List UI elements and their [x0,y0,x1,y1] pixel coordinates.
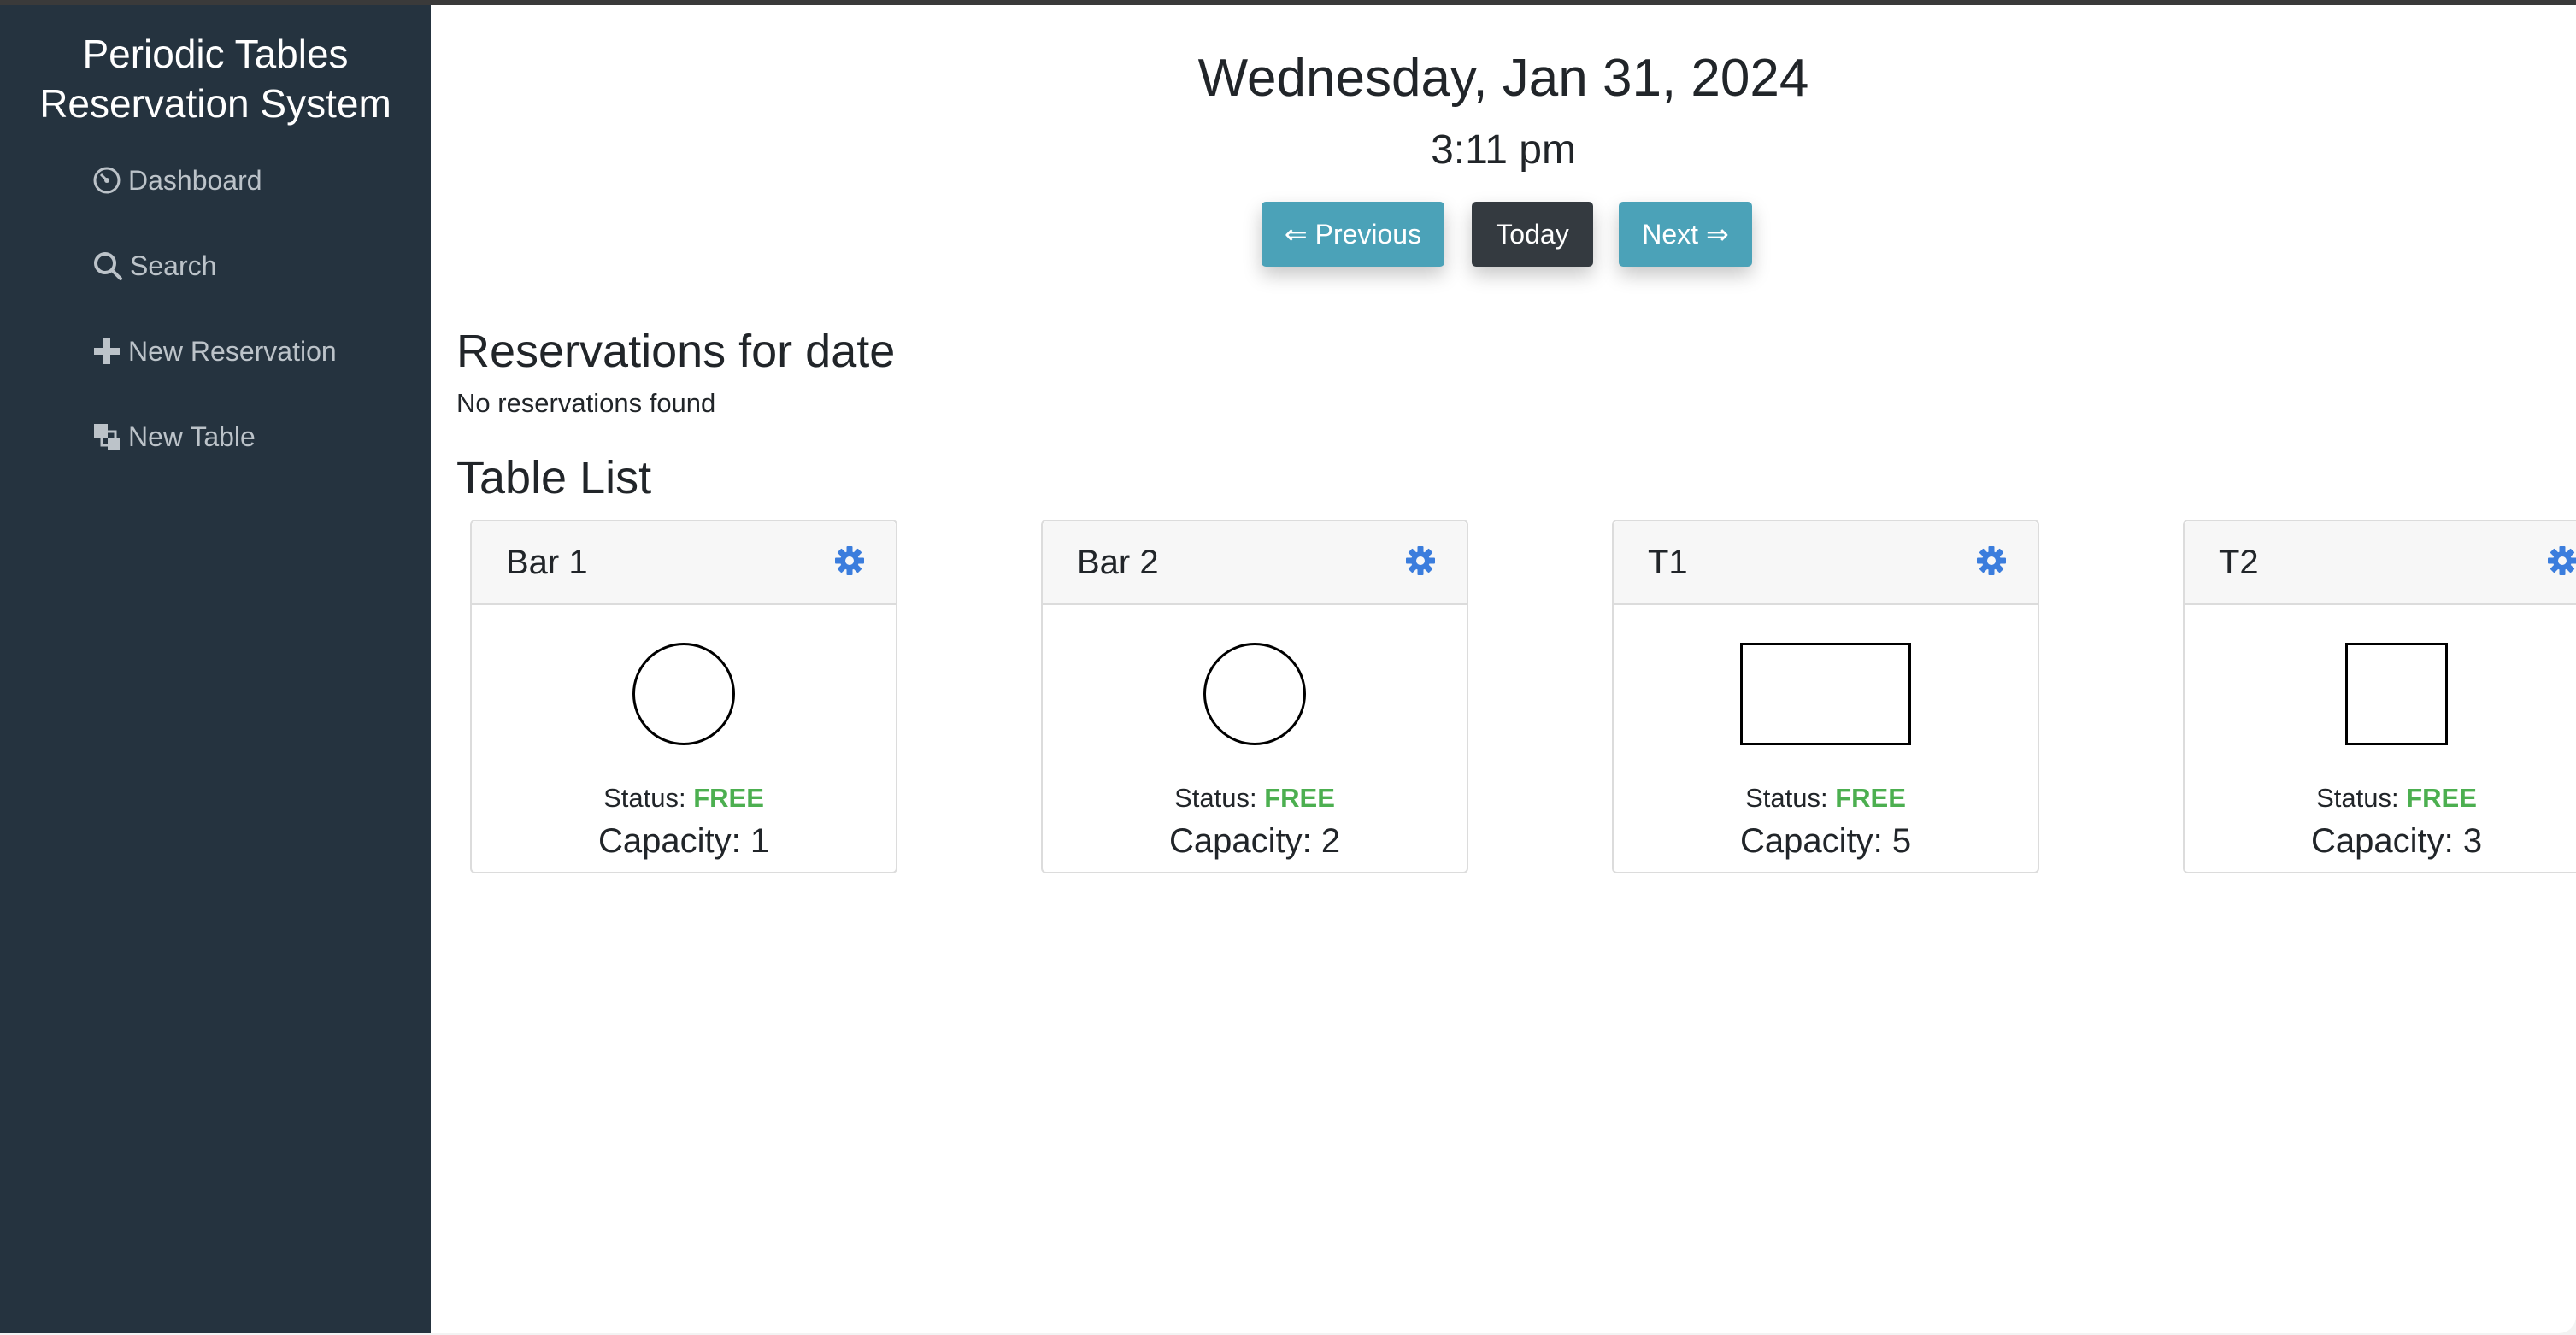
table-name: T2 [2219,544,2259,581]
status-badge: FREE [693,783,764,813]
table-capacity: Capacity: 2 [1043,822,1467,861]
status-label: Status: [1174,783,1257,813]
layers-icon [94,424,120,450]
capacity-label: Capacity: [1739,822,1883,860]
nav-item-label: Dashboard [128,164,262,196]
status-label: Status: [1745,783,1828,813]
status-label: Status: [2316,783,2399,813]
previous-button[interactable]: ⇐ Previous [1262,202,1444,267]
nav-item-new-reservation[interactable]: New Reservation [92,330,337,373]
table-name: Bar 2 [1077,544,1159,581]
table-shape-rectangle [1740,643,1911,745]
status-label: Status: [603,783,686,813]
capacity-value: 3 [2462,822,2483,860]
status-badge: FREE [2406,783,2477,813]
nav-item-label: Search [130,250,217,281]
table-name: T1 [1648,544,1688,581]
no-reservations-text: No reservations found [456,388,716,418]
current-date: Wednesday, Jan 31, 2024 [1197,49,1809,108]
brand-line-1: Periodic Tables [82,32,349,76]
gear-icon[interactable] [1405,545,1436,576]
capacity-label: Capacity: [2310,822,2454,860]
table-card: Bar 2 Status: FREE Capacity: 2 [1041,520,1468,873]
search-icon [94,252,122,280]
brand-line-2: Reservation System [39,81,391,126]
gear-icon[interactable] [834,545,865,576]
table-name: Bar 1 [506,544,588,581]
next-button[interactable]: Next ⇒ [1619,202,1752,267]
table-shape-square [2345,643,2448,745]
nav-item-new-table[interactable]: New Table [92,415,256,458]
table-status: Status: FREE [1614,783,2038,814]
table-card: T1 Status: FREE Capacity: 5 [1612,520,2039,873]
capacity-value: 5 [1891,822,1912,860]
table-capacity: Capacity: 3 [2185,822,2576,861]
table-card-header: Bar 1 [472,521,896,605]
app-brand[interactable]: Periodic Tables Reservation System [0,29,431,128]
main-content: Wednesday, Jan 31, 2024 3:11 pm ⇐ Previo… [431,5,2576,1333]
capacity-value: 1 [750,822,770,860]
plus-icon [94,338,120,364]
gear-icon[interactable] [1976,545,2007,576]
table-card: T2 Status: FREE Capacity: 3 [2183,520,2576,873]
capacity-value: 2 [1320,822,1341,860]
nav-item-search[interactable]: Search [92,244,216,287]
table-shape-circle [632,643,735,745]
capacity-label: Capacity: [597,822,741,860]
dashboard-icon [93,167,121,194]
nav-item-label: New Reservation [128,335,337,367]
table-capacity: Capacity: 1 [472,822,896,861]
today-button[interactable]: Today [1472,202,1593,267]
table-shape-circle [1203,643,1306,745]
nav-item-label: New Table [128,420,256,452]
table-status: Status: FREE [1043,783,1467,814]
reservations-title: Reservations for date [456,326,896,377]
gear-icon[interactable] [2547,545,2576,576]
table-card-header: T1 [1614,521,2038,605]
table-card: Bar 1 Status: FREE Capacity: 1 [470,520,897,873]
status-badge: FREE [1264,783,1335,813]
table-list-title: Table List [456,452,652,503]
table-card-header: Bar 2 [1043,521,1467,605]
table-status: Status: FREE [2185,783,2576,814]
status-badge: FREE [1835,783,1906,813]
capacity-label: Capacity: [1168,822,1312,860]
nav-item-dashboard[interactable]: Dashboard [92,159,262,202]
table-capacity: Capacity: 5 [1614,822,2038,861]
sidebar: Periodic Tables Reservation System Dashb… [0,5,431,1333]
table-card-header: T2 [2185,521,2576,605]
current-time: 3:11 pm [1431,127,1576,173]
table-status: Status: FREE [472,783,896,814]
